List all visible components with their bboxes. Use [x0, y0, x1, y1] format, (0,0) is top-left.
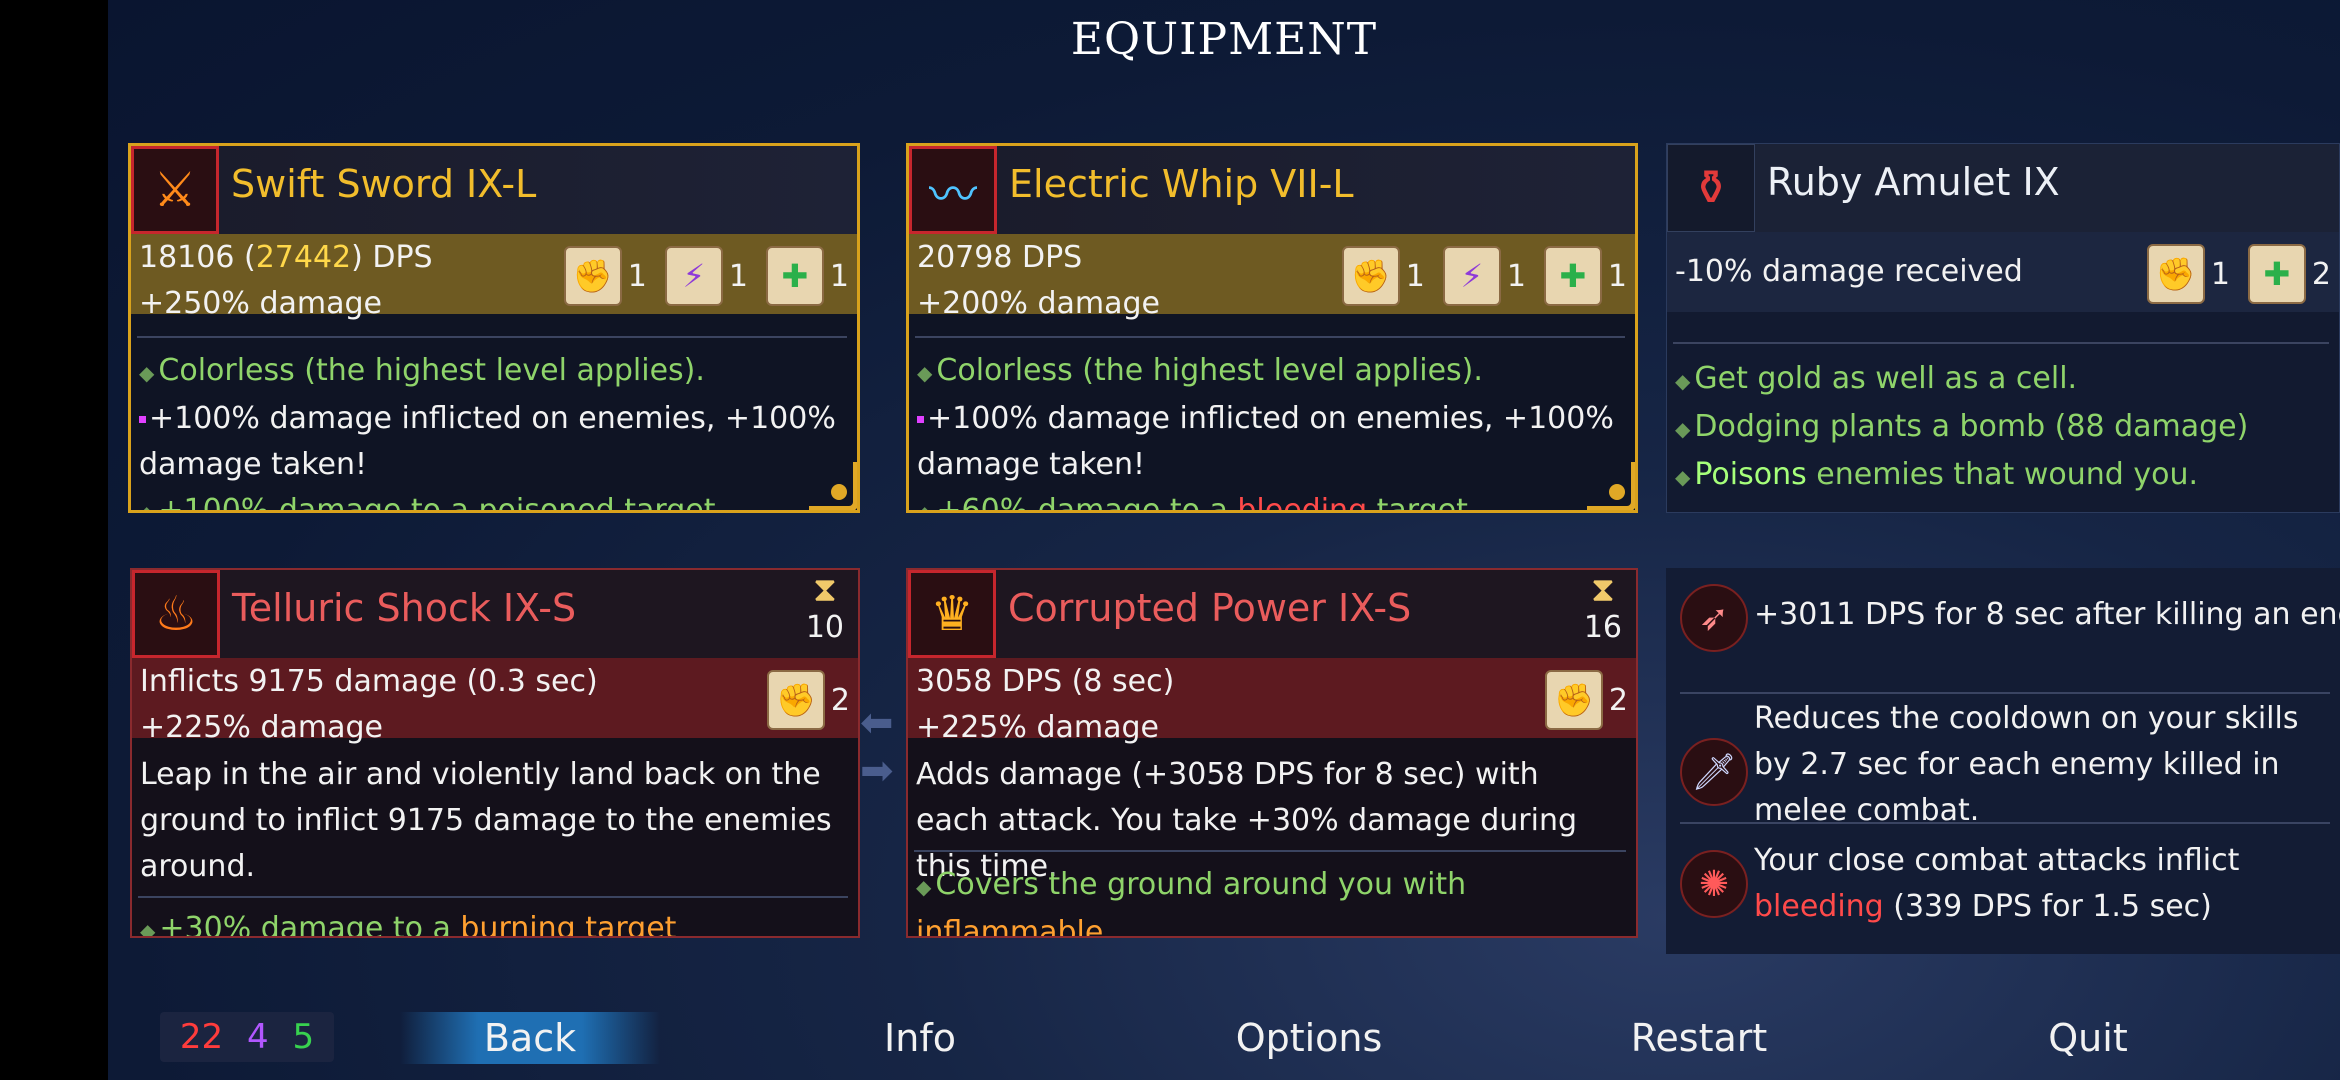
whip-icon: 〰	[909, 146, 997, 234]
mutation-text: Reduces the cooldown on your skills by 2…	[1754, 701, 2299, 828]
brutality-scroll-icon: ✊	[1544, 670, 1603, 730]
divider	[914, 850, 1626, 852]
tactics-scroll-icon: ⚡	[1442, 246, 1501, 306]
back-button[interactable]: Back	[400, 1012, 660, 1064]
sword-icon: ⚔	[131, 146, 219, 234]
mutation-row[interactable]: ✺ Your close combat attacks inflict blee…	[1666, 838, 2340, 948]
equipment-screen: EQUIPMENT ⚔ Swift Sword IX-L 18106 (2744…	[108, 0, 2340, 1080]
options-button[interactable]: Options	[1179, 1012, 1439, 1064]
scroll-stats: ✊ 1 ⚡ 1 ✚ 1	[1341, 246, 1627, 306]
cooldown: ⧗ 10	[805, 570, 844, 645]
scroll-count: 2	[830, 682, 850, 718]
brutality-count: 22	[179, 1017, 224, 1057]
divider	[1673, 342, 2329, 344]
divider	[915, 336, 1625, 338]
weapon-card-electric-whip[interactable]: 〰 Electric Whip VII-L 20798 DPS +200% da…	[906, 143, 1638, 513]
survival-count: 5	[292, 1017, 315, 1057]
item-extra: ◆ +30% damage to a burning target	[140, 911, 677, 938]
item-description: ◆ Get gold as well as a cell. ◆ Dodging pl…	[1675, 361, 2249, 492]
scroll-count: 1	[1607, 258, 1627, 294]
item-description: ◆ Colorless (the highest level applies). …	[917, 353, 1614, 513]
curse-bullet-icon	[917, 416, 924, 423]
tactics-count: 4	[246, 1017, 269, 1057]
hourglass-icon: ⧗	[812, 570, 837, 610]
thorns-icon: ✺	[1680, 850, 1748, 918]
item-name: Corrupted Power IX-S	[1008, 586, 1412, 630]
survival-scroll-icon: ✚	[765, 246, 824, 306]
amulet-icon: ⚱	[1667, 144, 1755, 232]
restart-button[interactable]: Restart	[1569, 1012, 1829, 1064]
survival-scroll-icon: ✚	[2247, 244, 2306, 304]
legendary-corner-icon	[809, 462, 857, 510]
bow-icon: ➶	[1680, 584, 1748, 652]
damage-bonus: +200% damage	[917, 286, 1160, 321]
item-name: Ruby Amulet IX	[1767, 160, 2060, 204]
scroll-count: 1	[728, 258, 748, 294]
mutation-text: +3011 DPS for 8 sec after killing an ene…	[1754, 597, 2340, 632]
survival-scroll-icon: ✚	[1543, 246, 1602, 306]
legendary-corner-icon	[1587, 462, 1635, 510]
bullet-icon: ◆	[917, 361, 933, 385]
scroll-stats: ✊ 1 ⚡ 1 ✚ 1	[563, 246, 849, 306]
item-description: Leap in the air and violently land back …	[140, 757, 832, 884]
damage-bonus: +250% damage	[139, 286, 382, 321]
dps-value: 18106 (27442) DPS	[139, 240, 433, 275]
item-extra: ◆ Covers the ground around you with infla…	[916, 867, 1467, 938]
scroll-stats: ✊ 2	[1544, 670, 1628, 730]
divider	[137, 336, 847, 338]
brutality-scroll-icon: ✊	[1341, 246, 1400, 306]
skill-card-corrupted-power[interactable]: ♛ Corrupted Power IX-S ⧗ 16 3058 DPS (8 s…	[906, 568, 1638, 938]
dps-value: 20798 DPS	[917, 240, 1083, 275]
divider	[1680, 692, 2330, 694]
mutations-panel: ➶ +3011 DPS for 8 sec after killing an e…	[1666, 568, 2340, 954]
swap-left-arrow-icon[interactable]: ⬅	[860, 700, 894, 746]
scroll-stats: ✊ 2	[766, 670, 850, 730]
cooldown: ⧗ 16	[1583, 570, 1622, 645]
scroll-count: 2	[2311, 256, 2331, 292]
scroll-count: 1	[627, 258, 647, 294]
scroll-count: 1	[1405, 258, 1425, 294]
divider	[1680, 822, 2330, 824]
skill-card-telluric-shock[interactable]: ♨ Telluric Shock IX-S ⧗ 10 Inflicts 9175 …	[130, 568, 860, 938]
skill-stat: 3058 DPS (8 sec)	[916, 664, 1175, 699]
scroll-stats: ✊ 1 ✚ 2	[2146, 244, 2331, 304]
scroll-count: 1	[1506, 258, 1526, 294]
dagger-icon: 🗡	[1680, 738, 1748, 806]
shockwave-icon: ♨	[132, 570, 220, 658]
damage-bonus: +225% damage	[140, 710, 383, 745]
item-name: Electric Whip VII-L	[1009, 162, 1354, 206]
item-name: Telluric Shock IX-S	[232, 586, 577, 630]
item-name: Swift Sword IX-L	[231, 162, 537, 206]
mutation-text: Your close combat attacks inflict bleedi…	[1754, 843, 2240, 924]
brutality-scroll-icon: ✊	[563, 246, 622, 306]
bullet-icon: ◆	[139, 361, 155, 385]
page-title: EQUIPMENT	[1070, 14, 1378, 65]
divider	[138, 896, 848, 898]
power-icon: ♛	[908, 570, 996, 658]
swap-right-arrow-icon[interactable]: ➡	[860, 748, 894, 794]
info-button[interactable]: Info	[790, 1012, 1050, 1064]
scroll-counter: 22 4 5	[160, 1012, 334, 1062]
left-black-bar	[0, 0, 108, 1080]
skill-stat: Inflicts 9175 damage (0.3 sec)	[140, 664, 598, 699]
hourglass-icon: ⧗	[1590, 570, 1615, 610]
scroll-count: 1	[829, 258, 849, 294]
amulet-stat: -10% damage received	[1675, 254, 2023, 289]
amulet-card-ruby[interactable]: ⚱ Ruby Amulet IX -10% damage received ✊ 1…	[1666, 143, 2340, 513]
brutality-scroll-icon: ✊	[766, 670, 825, 730]
damage-bonus: +225% damage	[916, 710, 1159, 745]
mutation-row[interactable]: ➶ +3011 DPS for 8 sec after killing an e…	[1666, 568, 2340, 668]
item-description: ◆ Colorless (the highest level applies). …	[139, 353, 836, 513]
tactics-scroll-icon: ⚡	[664, 246, 723, 306]
scroll-count: 2	[1608, 682, 1628, 718]
quit-button[interactable]: Quit	[1958, 1012, 2218, 1064]
bullet-icon: ◆	[1675, 369, 1691, 393]
weapon-card-swift-sword[interactable]: ⚔ Swift Sword IX-L 18106 (27442) DPS +25…	[128, 143, 860, 513]
brutality-scroll-icon: ✊	[2146, 244, 2205, 304]
curse-bullet-icon	[139, 416, 146, 423]
scroll-count: 1	[2210, 256, 2230, 292]
bottom-menu: 22 4 5 Back Info Options Restart Quit	[108, 990, 2340, 1080]
